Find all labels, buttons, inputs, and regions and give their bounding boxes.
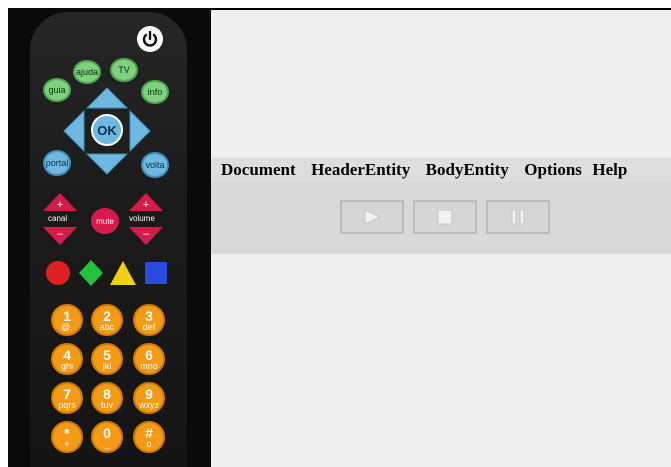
key-9-digit: 9 <box>145 385 153 402</box>
content-area: Document HeaderEntity BodyEntity Options… <box>211 10 671 467</box>
svg-text:–: – <box>57 228 64 240</box>
ajuda-label: ajuda <box>75 67 99 77</box>
key-7-digit: 7 <box>63 385 71 402</box>
svg-text:+: + <box>57 199 63 211</box>
menu-headerentity[interactable]: HeaderEntity <box>311 158 410 182</box>
power-button[interactable] <box>137 26 163 52</box>
play-button[interactable] <box>340 200 404 234</box>
key-hash-letters: o <box>146 438 152 449</box>
channel-down-button[interactable]: – <box>42 226 78 246</box>
key-5-letters: jkl <box>102 360 112 371</box>
stop-icon <box>437 209 453 225</box>
dpad-up-arrow[interactable] <box>85 87 129 109</box>
tv-label: TV <box>118 65 130 75</box>
key-2[interactable]: 2 abc <box>91 304 123 336</box>
remote-control: ajuda TV guia info OK portal volta + can… <box>30 12 187 467</box>
volta-button[interactable]: volta <box>141 152 169 178</box>
key-6[interactable]: 6 mno <box>133 343 165 375</box>
key-star-letters: + <box>64 438 70 449</box>
key-8-digit: 8 <box>103 385 111 402</box>
svg-text:+: + <box>143 199 149 211</box>
tv-button[interactable]: TV <box>110 58 138 82</box>
key-6-digit: 6 <box>145 346 153 363</box>
key-6-letters: mno <box>140 360 158 371</box>
blue-button[interactable] <box>144 261 168 285</box>
pause-button[interactable] <box>486 200 550 234</box>
key-4[interactable]: 4 ghi <box>51 343 83 375</box>
ok-label: OK <box>97 122 117 138</box>
volume-up-button[interactable]: + <box>128 192 164 212</box>
power-icon <box>142 30 158 47</box>
key-4-letters: ghi <box>60 360 73 371</box>
key-star[interactable]: * + <box>51 421 83 453</box>
key-0-letters: _ <box>104 438 110 449</box>
yellow-button[interactable] <box>109 260 137 286</box>
portal-button[interactable]: portal <box>43 150 71 176</box>
key-0[interactable]: 0 _ <box>91 421 123 453</box>
key-7[interactable]: 7 pqrs <box>51 382 83 414</box>
ok-button[interactable]: OK <box>91 114 123 146</box>
key-2-letters: abc <box>99 321 115 332</box>
key-5-digit: 5 <box>103 346 111 363</box>
key-9[interactable]: 9 wxyz <box>133 382 165 414</box>
volume-down-button[interactable]: – <box>128 226 164 246</box>
key-5[interactable]: 5 jkl <box>91 343 123 375</box>
key-0-digit: 0 <box>103 424 111 441</box>
media-toolbar <box>211 182 671 254</box>
key-3-digit: 3 <box>145 307 153 324</box>
channel-up-button[interactable]: + <box>42 192 78 212</box>
dpad-left-arrow[interactable] <box>63 109 85 153</box>
dpad-right-arrow[interactable] <box>129 109 151 153</box>
mute-button[interactable]: mute <box>91 208 119 234</box>
key-3[interactable]: 3 def <box>133 304 165 336</box>
key-3-letters: def <box>142 321 156 332</box>
key-7-letters: pqrs <box>58 399 76 410</box>
key-1-letters: @. <box>61 321 73 332</box>
menu-bodyentity[interactable]: BodyEntity <box>426 158 509 182</box>
menu-document[interactable]: Document <box>221 158 296 182</box>
red-button[interactable] <box>45 260 71 286</box>
green-button[interactable] <box>78 259 104 287</box>
key-2-digit: 2 <box>103 307 111 324</box>
key-1-digit: 1 <box>63 307 71 324</box>
play-icon <box>364 209 382 225</box>
key-1[interactable]: 1 @. <box>51 304 83 336</box>
key-4-digit: 4 <box>63 346 71 363</box>
ajuda-button[interactable]: ajuda <box>73 60 101 84</box>
key-hash-digit: # <box>145 424 153 441</box>
key-8-letters: tuv <box>100 399 113 410</box>
menu-bar: Document HeaderEntity BodyEntity Options… <box>211 158 671 182</box>
key-hash[interactable]: # o <box>133 421 165 453</box>
volta-label: volta <box>145 160 165 170</box>
canal-label: canal <box>48 214 68 223</box>
menu-options[interactable]: Options <box>524 158 582 182</box>
svg-text:–: – <box>143 228 150 240</box>
stop-button[interactable] <box>413 200 477 234</box>
volume-label: volume <box>129 214 155 223</box>
key-star-digit: * <box>64 424 70 441</box>
menu-help[interactable]: Help <box>592 158 627 182</box>
key-8[interactable]: 8 tuv <box>91 382 123 414</box>
portal-label: portal <box>45 158 69 168</box>
key-9-letters: wxyz <box>139 399 159 410</box>
mute-label: mute <box>96 216 114 226</box>
pause-icon <box>511 209 525 225</box>
dpad-down-arrow[interactable] <box>85 153 129 175</box>
